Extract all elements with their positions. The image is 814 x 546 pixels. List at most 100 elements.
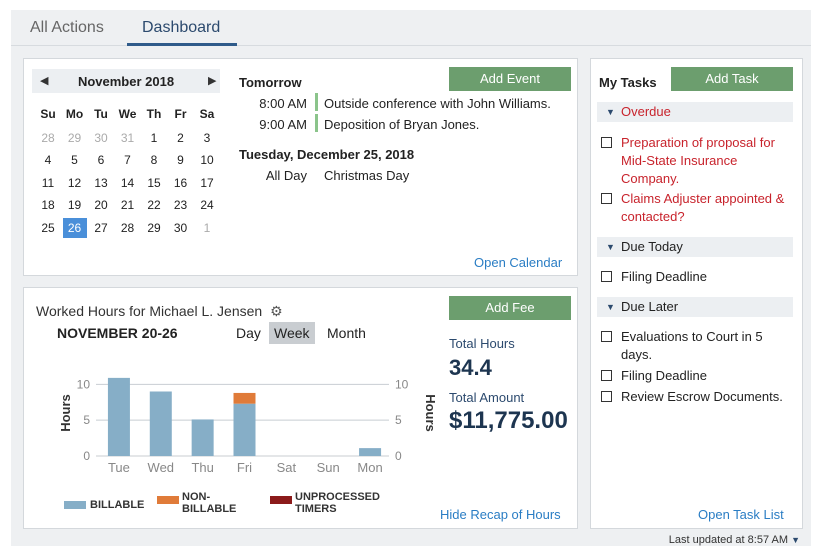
calendar-day[interactable]: 11 bbox=[36, 173, 60, 193]
add-fee-button[interactable]: Add Fee bbox=[449, 296, 571, 320]
calendar-day[interactable]: 9 bbox=[169, 150, 193, 170]
my-tasks-title: My Tasks bbox=[599, 75, 657, 90]
x-tick-label: Sat bbox=[277, 460, 297, 475]
calendar-day[interactable]: 30 bbox=[169, 218, 193, 238]
total-amount-label: Total Amount bbox=[449, 390, 525, 405]
tab-dashboard[interactable]: Dashboard bbox=[142, 19, 220, 37]
period-day[interactable]: Day bbox=[231, 322, 266, 344]
x-tick-label: Fri bbox=[237, 460, 252, 475]
calendar-day[interactable]: 4 bbox=[36, 150, 60, 170]
task-item[interactable]: Claims Adjuster appointed & contacted? bbox=[601, 190, 797, 226]
event-title[interactable]: Christmas Day bbox=[324, 168, 409, 183]
weekday-header: Th bbox=[146, 107, 162, 121]
calendar-day[interactable]: 12 bbox=[63, 173, 87, 193]
task-item[interactable]: Evaluations to Court in 5 days. bbox=[601, 328, 797, 364]
calendar-day[interactable]: 26 bbox=[62, 217, 87, 238]
task-item[interactable]: Preparation of proposal for Mid-State In… bbox=[601, 134, 797, 188]
legend-swatch-non-billable bbox=[157, 496, 179, 504]
x-tick-label: Wed bbox=[148, 460, 175, 475]
event-title[interactable]: Outside conference with John Williams. bbox=[324, 96, 551, 111]
last-updated-text: Last updated at 8:57 AM bbox=[668, 534, 789, 546]
event-title[interactable]: Deposition of Bryan Jones. bbox=[324, 117, 479, 132]
legend-label: UNPROCESSED bbox=[295, 491, 380, 503]
my-tasks-panel: My Tasks Add Task ▼ Overdue Preparation … bbox=[590, 58, 803, 529]
hide-recap-link[interactable]: Hide Recap of Hours bbox=[440, 507, 561, 522]
task-label: Filing Deadline bbox=[621, 269, 707, 284]
open-task-list-link[interactable]: Open Task List bbox=[698, 507, 784, 522]
y-tick-label-left: 0 bbox=[83, 449, 90, 463]
calendar-day[interactable]: 13 bbox=[89, 173, 113, 193]
calendar-day[interactable]: 18 bbox=[36, 195, 60, 215]
calendar-day[interactable]: 2 bbox=[169, 128, 193, 148]
calendar-day[interactable]: 15 bbox=[142, 173, 166, 193]
section-overdue[interactable]: ▼ Overdue bbox=[597, 102, 793, 122]
y-axis-label-right: Hours bbox=[423, 394, 438, 432]
event-day-heading: Tuesday, December 25, 2018 bbox=[239, 147, 415, 162]
task-checkbox[interactable] bbox=[601, 193, 612, 204]
calendar-day[interactable]: 8 bbox=[142, 150, 166, 170]
y-tick-label-right: 5 bbox=[395, 413, 402, 427]
calendar-day[interactable]: 17 bbox=[195, 173, 219, 193]
calendar-day[interactable]: 7 bbox=[116, 150, 140, 170]
legend-billable: BILLABLE bbox=[90, 499, 144, 511]
task-item[interactable]: Filing Deadline bbox=[601, 268, 797, 286]
calendar-day[interactable]: 6 bbox=[89, 150, 113, 170]
weekday-header: Su bbox=[40, 107, 56, 121]
open-calendar-link[interactable]: Open Calendar bbox=[474, 255, 562, 270]
task-checkbox[interactable] bbox=[601, 331, 612, 342]
calendar-day[interactable]: 14 bbox=[116, 173, 140, 193]
total-amount-value: $11,775.00 bbox=[449, 407, 568, 434]
calendar-day[interactable]: 20 bbox=[89, 195, 113, 215]
calendar-day[interactable]: 16 bbox=[169, 173, 193, 193]
calendar-day[interactable]: 31 bbox=[116, 128, 140, 148]
calendar-month-label: November 2018 bbox=[77, 74, 175, 89]
x-tick-label: Tue bbox=[108, 460, 130, 475]
worked-hours-title: Worked Hours for Michael L. Jensen ⚙ bbox=[36, 303, 283, 320]
caret-down-icon[interactable]: ▼ bbox=[791, 535, 800, 545]
weekday-header: Fr bbox=[174, 107, 187, 121]
task-item[interactable]: Review Escrow Documents. bbox=[601, 388, 797, 406]
hours-bar-chart: 0 0 5 5 10 10 Tue Wed Thu Fri Sat Sun Mon Hours Hours bbox=[58, 377, 438, 475]
x-tick-label: Mon bbox=[357, 460, 382, 475]
calendar-day[interactable]: 30 bbox=[89, 128, 113, 148]
calendar-day[interactable]: 10 bbox=[195, 150, 219, 170]
last-updated[interactable]: Last updated at 8:57 AM ▼ bbox=[669, 534, 800, 546]
legend-label: NON- bbox=[182, 491, 211, 503]
tab-all-actions[interactable]: All Actions bbox=[30, 19, 104, 37]
x-tick-label: Sun bbox=[317, 460, 340, 475]
calendar-day[interactable]: 3 bbox=[195, 128, 219, 148]
calendar-day[interactable]: 29 bbox=[63, 128, 87, 148]
bar-billable bbox=[107, 377, 130, 456]
gear-icon[interactable]: ⚙ bbox=[270, 303, 283, 320]
task-checkbox[interactable] bbox=[601, 370, 612, 381]
calendar-day[interactable]: 27 bbox=[89, 218, 113, 238]
calendar-day[interactable]: 29 bbox=[142, 218, 166, 238]
task-item[interactable]: Filing Deadline bbox=[601, 367, 797, 385]
calendar-day[interactable]: 25 bbox=[36, 218, 60, 238]
task-checkbox[interactable] bbox=[601, 271, 612, 282]
legend-label: TIMERS bbox=[295, 503, 337, 515]
triangle-right-icon[interactable]: ▶ bbox=[208, 74, 216, 87]
section-due-today[interactable]: ▼ Due Today bbox=[597, 237, 793, 257]
calendar-day[interactable]: 21 bbox=[116, 195, 140, 215]
calendar-day[interactable]: 28 bbox=[36, 128, 60, 148]
calendar-day[interactable]: 1 bbox=[142, 128, 166, 148]
add-task-button[interactable]: Add Task bbox=[671, 67, 793, 91]
calendar-day[interactable]: 5 bbox=[63, 150, 87, 170]
period-month[interactable]: Month bbox=[322, 322, 371, 344]
calendar-day[interactable]: 24 bbox=[195, 195, 219, 215]
calendar-day[interactable]: 23 bbox=[169, 195, 193, 215]
calendar-day[interactable]: 28 bbox=[116, 218, 140, 238]
calendar-day[interactable]: 22 bbox=[142, 195, 166, 215]
legend-label: BILLABLE bbox=[182, 503, 237, 515]
task-checkbox[interactable] bbox=[601, 137, 612, 148]
section-due-later[interactable]: ▼ Due Later bbox=[597, 297, 793, 317]
period-week[interactable]: Week bbox=[269, 322, 315, 344]
task-checkbox[interactable] bbox=[601, 391, 612, 402]
weekday-header: Tu bbox=[94, 107, 108, 121]
calendar-day[interactable]: 1 bbox=[195, 218, 219, 238]
add-event-button[interactable]: Add Event bbox=[449, 67, 571, 91]
event-color-bar bbox=[315, 114, 318, 132]
event-time: 8:00 AM bbox=[259, 96, 307, 111]
calendar-day[interactable]: 19 bbox=[63, 195, 87, 215]
